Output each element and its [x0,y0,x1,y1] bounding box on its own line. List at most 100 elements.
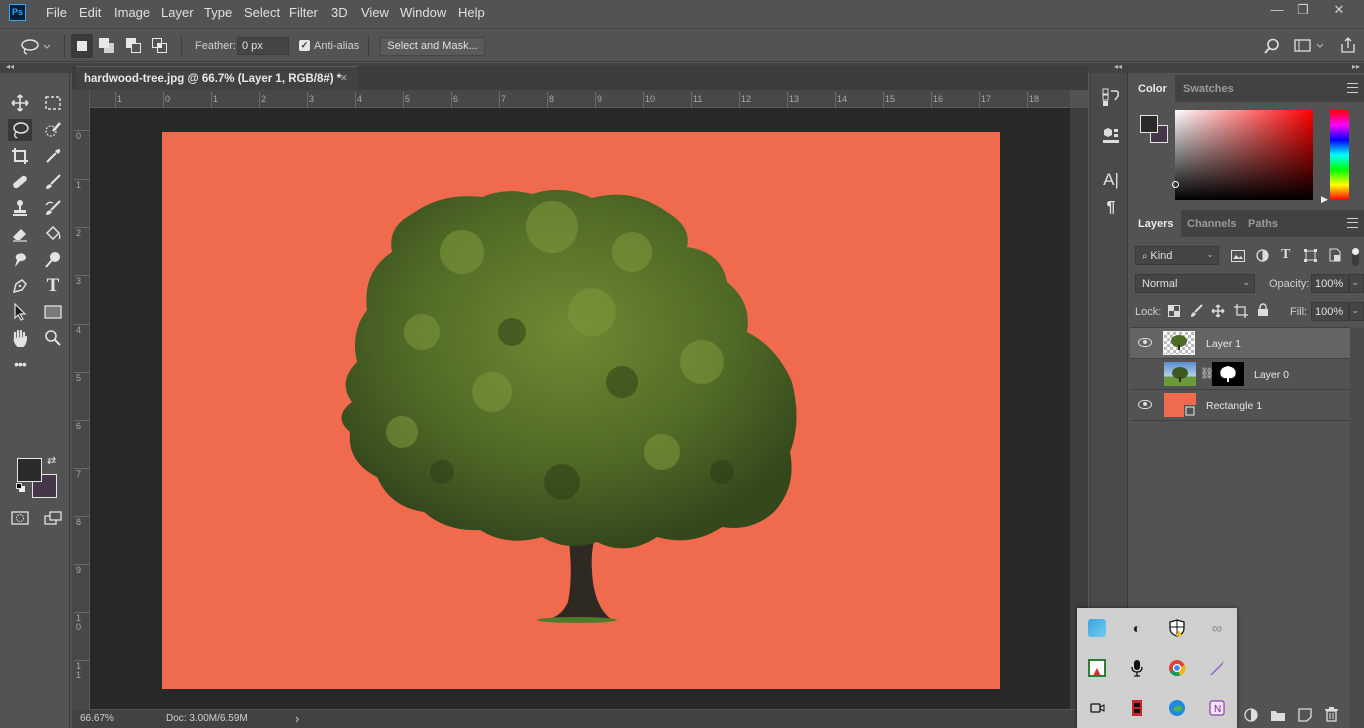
close-window-button[interactable]: ✕ [1324,2,1354,20]
character-panel-icon[interactable]: A| [1100,169,1122,191]
color-picker-marker[interactable] [1172,181,1179,188]
eyedropper-tool[interactable] [41,145,65,167]
collapse-left-icon[interactable]: ◂◂ [6,62,14,71]
hue-slider-arrow[interactable]: ▶ [1321,194,1328,205]
adobe-acrobat-icon[interactable]: ▲ [1088,659,1106,678]
fill-dropdown[interactable]: ⌄ [1349,302,1364,321]
fill-input[interactable]: 100% [1311,302,1349,321]
opacity-dropdown[interactable]: ⌄ [1349,274,1364,293]
layer-row-layer-0[interactable]: ⛓ Layer 0 [1130,359,1350,390]
dodge-tool[interactable] [41,249,65,271]
color-panel-foreground[interactable] [1140,115,1158,133]
visibility-eye-icon[interactable] [1138,338,1152,347]
tab-swatches[interactable]: Swatches [1175,75,1242,102]
new-selection-button[interactable] [71,34,93,58]
history-panel-icon[interactable] [1100,87,1122,109]
tab-paths[interactable]: Paths [1240,210,1286,237]
type-tool[interactable]: T [41,275,65,297]
lock-position-icon[interactable] [1211,304,1225,318]
subtract-from-selection-button[interactable] [126,38,142,54]
network-app-icon[interactable] [1088,619,1106,637]
pen-tool[interactable] [8,275,32,297]
foreground-color-swatch[interactable] [17,458,42,482]
search-icon[interactable] [1264,38,1280,54]
document-canvas[interactable] [162,132,1000,689]
menu-edit[interactable]: Edit [79,5,101,20]
hue-slider[interactable] [1330,110,1349,200]
new-group-icon[interactable] [1270,709,1286,722]
microphone-icon[interactable] [1128,659,1146,677]
zoom-level[interactable]: 66.67% [80,713,114,724]
history-brush-tool[interactable] [41,197,65,219]
onenote-icon[interactable]: N [1208,699,1226,717]
hand-tool[interactable] [8,327,32,349]
shape-filter-icon[interactable] [1304,249,1317,262]
close-document-icon[interactable]: ✕ [340,73,348,84]
anti-alias-checkbox[interactable]: ✓ [299,40,310,51]
select-and-mask-button[interactable]: Select and Mask... [380,37,485,56]
menu-3d[interactable]: 3D [331,5,348,20]
crop-tool[interactable] [8,145,32,167]
screen-mode-button[interactable] [41,507,65,529]
delete-layer-icon[interactable] [1325,707,1338,722]
menu-type[interactable]: Type [204,5,232,20]
lock-artboard-icon[interactable] [1234,304,1248,318]
adjustment-layer-icon[interactable] [1244,708,1259,723]
default-colors-icon[interactable] [16,483,26,493]
eraser-tool[interactable] [8,223,32,245]
creative-cloud-icon[interactable]: ∞ [1208,619,1226,637]
intersect-selection-button[interactable] [152,38,168,54]
layer-name[interactable]: Layer 0 [1254,369,1289,381]
rectangle-tool[interactable] [41,301,65,323]
lock-image-pixels-icon[interactable] [1190,304,1203,318]
layer-row-layer-1[interactable]: Layer 1 [1130,328,1350,359]
layer-name[interactable]: Layer 1 [1206,338,1241,350]
tab-color[interactable]: Color [1130,75,1175,102]
blur-tool[interactable] [8,249,32,271]
vertical-ruler[interactable]: 0 1 2 3 4 5 6 7 8 9 1 0 1 1 [72,90,90,710]
add-to-selection-button[interactable] [99,38,115,54]
adjustment-filter-icon[interactable] [1256,249,1269,262]
spot-healing-brush-tool[interactable] [8,171,32,193]
menu-help[interactable]: Help [458,5,485,20]
menu-filter[interactable]: Filter [289,5,318,20]
horizontal-ruler[interactable]: 1 0 1 2 3 4 5 6 7 8 9 10 11 12 13 14 15 16 17 18 [90,90,1070,108]
meet-now-icon[interactable] [1088,699,1106,717]
layer-mask-thumbnail[interactable] [1212,362,1244,386]
path-selection-tool[interactable] [8,301,32,323]
clone-stamp-tool[interactable] [8,197,32,219]
paragraph-panel-icon[interactable]: ¶ [1100,197,1122,219]
type-filter-icon[interactable]: T [1281,247,1290,263]
rectangular-marquee-tool[interactable] [41,92,65,114]
lasso-tool[interactable] [8,119,32,141]
lock-transparent-pixels-icon[interactable] [1168,305,1180,317]
edit-toolbar-button[interactable]: ••• [8,353,32,375]
speaker-app-icon[interactable]: ◐ [1128,619,1146,637]
color-spectrum-field[interactable] [1172,110,1313,200]
document-tab[interactable]: hardwood-tree.jpg @ 66.7% (Layer 1, RGB/… [76,66,358,90]
workspace-icon[interactable] [1294,39,1326,53]
menu-view[interactable]: View [361,5,389,20]
properties-panel-icon[interactable] [1100,127,1122,149]
opacity-input[interactable]: 100% [1311,274,1349,293]
quick-selection-tool[interactable] [41,119,65,141]
layers-panel-menu-icon[interactable] [1347,218,1358,228]
layers-scrollbar[interactable] [1350,328,1364,728]
zoom-tool[interactable] [41,327,65,349]
smart-object-filter-icon[interactable] [1329,248,1341,262]
share-icon[interactable] [1339,36,1357,54]
windows-security-icon[interactable] [1168,619,1186,637]
menu-file[interactable]: File [46,5,67,20]
edge-icon[interactable] [1168,699,1186,717]
collapse-dock-icon[interactable]: ◂◂ [1114,62,1122,71]
menu-select[interactable]: Select [244,5,280,20]
swap-colors-icon[interactable]: ⇄ [47,454,56,467]
blend-mode-dropdown[interactable]: Normal ⌄ [1135,274,1255,293]
layer-row-rectangle-1[interactable]: Rectangle 1 [1130,390,1350,421]
visibility-toggle-off[interactable] [1138,368,1152,380]
move-tool[interactable] [8,92,32,114]
paint-bucket-tool[interactable] [41,223,65,245]
layer-name[interactable]: Rectangle 1 [1206,400,1262,412]
expand-right-icon[interactable]: ▸▸ [1352,62,1360,71]
brush-tool[interactable] [41,171,65,193]
